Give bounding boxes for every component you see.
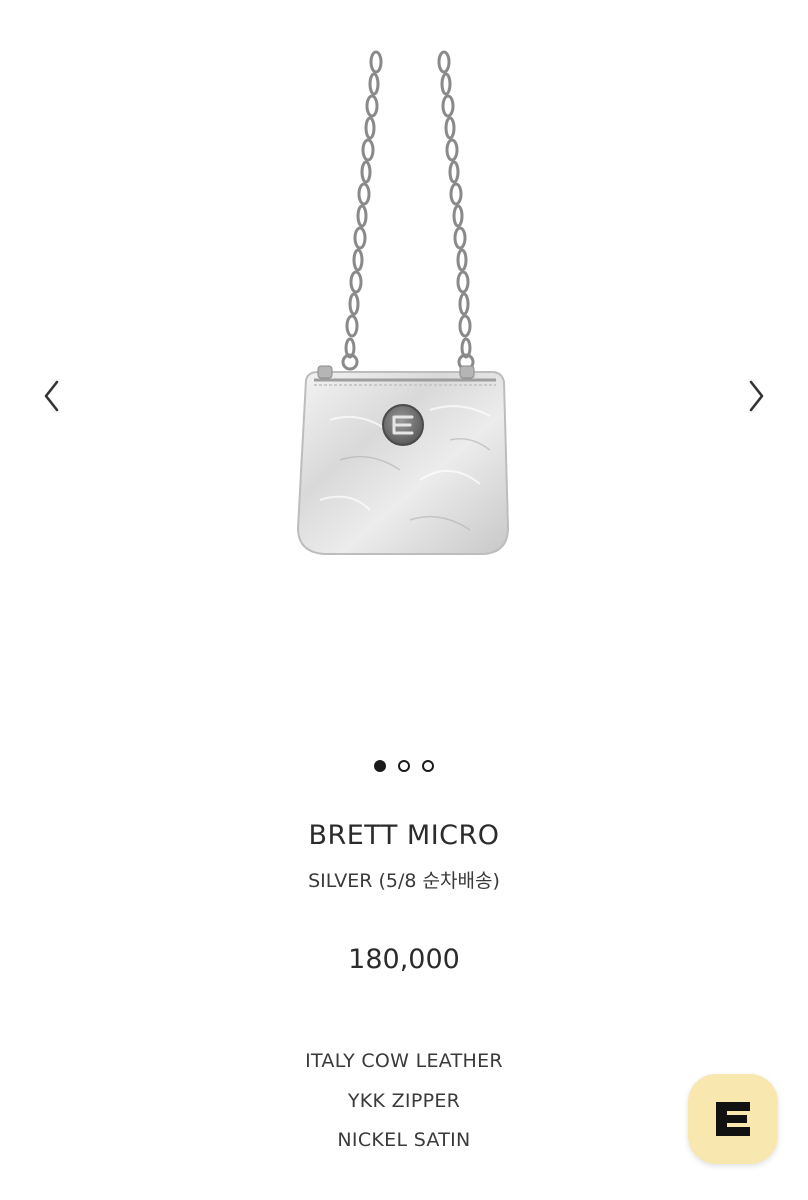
product-spec-zipper: YKK ZIPPER [347, 1090, 461, 1112]
pagination-dot-1[interactable] [374, 760, 386, 772]
pagination-dot-3[interactable] [422, 760, 434, 772]
gallery-next-button[interactable] [736, 372, 776, 420]
chevron-left-icon [44, 380, 59, 412]
gallery-pagination [0, 760, 808, 772]
gallery-prev-button[interactable] [32, 372, 72, 420]
product-spec-material: ITALY COW LEATHER [305, 1050, 503, 1072]
product-spec-finish: NICKEL SATIN [337, 1129, 471, 1151]
pagination-dot-2[interactable] [398, 760, 410, 772]
brand-logo-icon [716, 1102, 750, 1136]
product-price: 180,000 [348, 944, 460, 975]
product-subtitle: SILVER (5/8 순차배송) [308, 870, 500, 892]
product-title: BRETT MICRO [308, 820, 500, 851]
chevron-right-icon [749, 380, 764, 412]
product-image [296, 50, 510, 555]
product-gallery [0, 0, 808, 740]
brand-floating-button[interactable] [688, 1074, 778, 1164]
